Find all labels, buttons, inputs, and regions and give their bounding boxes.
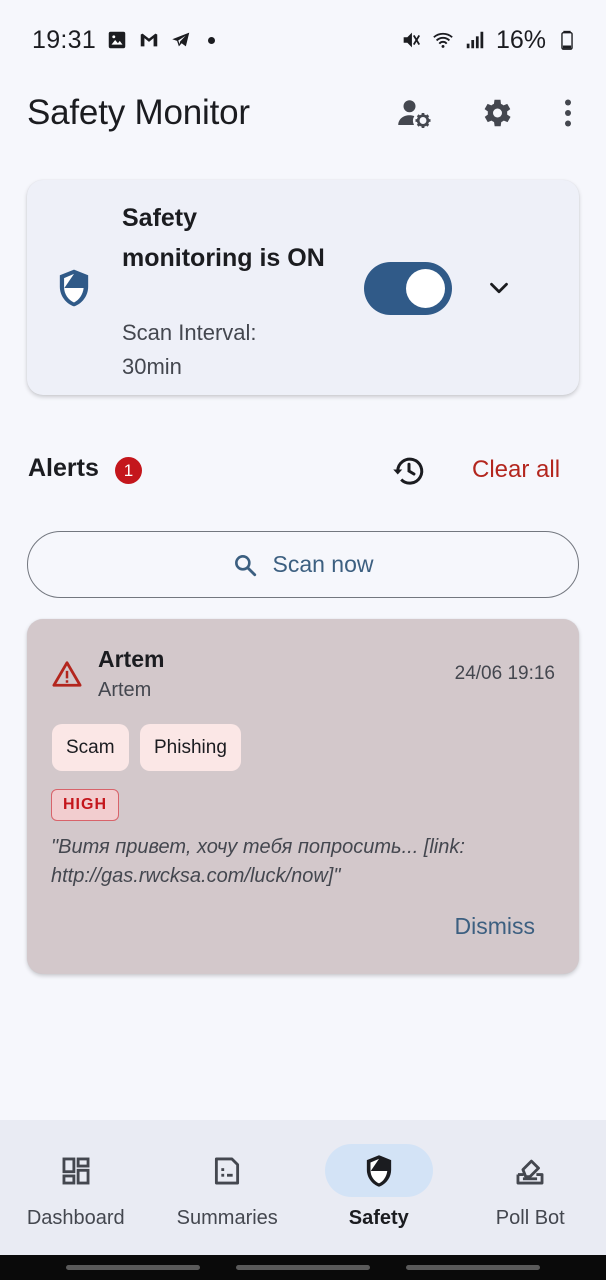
system-navigation-bar (0, 1255, 606, 1280)
gmail-icon (138, 29, 160, 51)
monitoring-status-title: Safety monitoring is ON (122, 204, 325, 272)
nav-label-dashboard: Dashboard (26, 1207, 125, 1229)
status-bar: 19:31 16% (0, 0, 606, 80)
nav-icon-container (476, 1144, 584, 1197)
nav-icon-container (22, 1144, 130, 1197)
more-options-button[interactable] (550, 85, 586, 141)
battery-percent: 16% (495, 25, 546, 54)
tag-chip-scam: Scam (52, 724, 129, 771)
system-nav-handle (406, 1265, 540, 1270)
scan-now-button[interactable]: Scan now (27, 531, 579, 598)
mute-icon (400, 29, 422, 51)
nav-item-safety[interactable]: Safety (303, 1120, 455, 1255)
manage-accounts-icon (398, 100, 431, 128)
shield-icon (59, 269, 89, 307)
system-nav-handle (236, 1265, 370, 1270)
status-bar-right: 16% (400, 26, 578, 55)
clear-all-button[interactable]: Clear all (472, 456, 560, 484)
toggle-knob (406, 269, 445, 308)
notification-dot (208, 36, 216, 44)
alert-chat: Artem (98, 679, 152, 701)
expand-button[interactable] (481, 270, 517, 306)
scan-now-label: Scan now (272, 551, 374, 577)
nav-label-safety: Safety (348, 1207, 409, 1229)
alerts-header: Alerts 1 Clear all (28, 440, 578, 500)
monitoring-status-card: Safety monitoring is ON Scan Interval: 3… (27, 180, 579, 395)
manage-accounts-button[interactable] (386, 85, 442, 141)
wifi-icon (432, 29, 454, 51)
dismiss-button[interactable]: Dismiss (455, 913, 536, 940)
battery-icon (556, 29, 578, 51)
nav-icon-container (173, 1144, 281, 1197)
signal-icon (464, 29, 486, 51)
monitoring-toggle[interactable] (364, 262, 452, 315)
more-vert-icon (565, 99, 571, 127)
search-icon (235, 554, 257, 576)
page-title: Safety Monitor (27, 93, 250, 132)
nav-item-dashboard[interactable]: Dashboard (0, 1120, 152, 1255)
status-time: 19:31 (32, 25, 97, 54)
history-button[interactable] (388, 450, 430, 492)
nav-label-summaries: Summaries (176, 1207, 278, 1229)
settings-icon (484, 99, 511, 127)
alert-timestamp: 24/06 19:16 (454, 663, 555, 684)
shield-icon (366, 1154, 391, 1187)
app-bar: Safety Monitor (0, 80, 606, 146)
warning-icon (52, 661, 82, 687)
nav-item-summaries[interactable]: Summaries (152, 1120, 304, 1255)
alert-card[interactable]: Artem Artem 24/06 19:16 Scam Phishing HI… (27, 619, 579, 974)
telegram-icon (170, 29, 192, 51)
bottom-navigation: Dashboard Summaries Safety Poll Bot (0, 1120, 606, 1255)
screen: 19:31 16% Safety Monitor Safety monitori… (0, 0, 606, 1280)
scan-interval-label: Scan Interval: 30min (122, 320, 257, 379)
nav-active-indicator (324, 1144, 433, 1197)
alerts-count-badge: 1 (115, 457, 142, 484)
poll-icon (516, 1159, 544, 1184)
nav-item-poll-bot[interactable]: Poll Bot (455, 1120, 606, 1255)
alert-message-snippet: "Витя привет, хочу тебя попросить... [li… (51, 836, 465, 887)
history-icon (393, 457, 424, 485)
status-bar-left: 19:31 (32, 25, 216, 55)
nav-label-poll-bot: Poll Bot (495, 1207, 565, 1229)
system-nav-handle (66, 1265, 200, 1270)
alert-sender: Artem (98, 646, 165, 672)
alerts-title: Alerts (28, 454, 99, 482)
app-bar-actions (386, 85, 586, 141)
severity-badge: HIGH (51, 789, 119, 821)
tag-chip-phishing: Phishing (140, 724, 241, 771)
chevron-down-icon (490, 282, 508, 294)
settings-button[interactable] (468, 85, 524, 141)
image-icon (106, 29, 128, 51)
summaries-icon (215, 1157, 240, 1184)
dashboard-icon (62, 1157, 90, 1184)
